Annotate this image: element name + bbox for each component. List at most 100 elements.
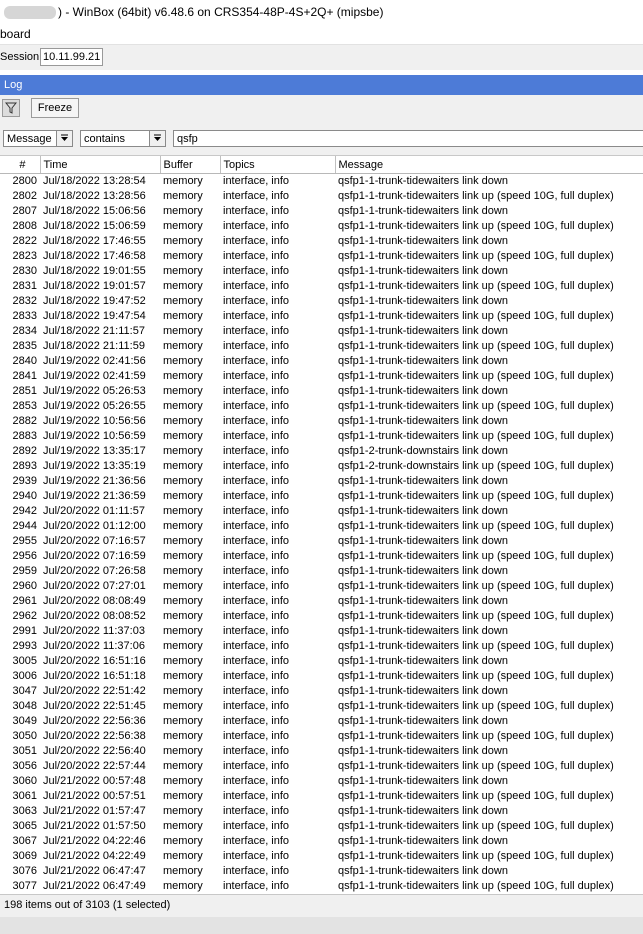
table-row[interactable]: 2832 Jul/18/2022 19:47:52 memory interface,… (0, 294, 643, 309)
cell-topics: interface, info (223, 295, 290, 307)
table-row[interactable]: 2834 Jul/18/2022 21:11:57 memory interface,… (0, 324, 643, 339)
cell-time: Jul/19/2022 10:56:56 (43, 415, 146, 427)
cell-buffer: memory (163, 610, 203, 622)
cell-buffer: memory (163, 670, 203, 682)
table-row[interactable]: 3067 Jul/21/2022 04:22:46 memory interface,… (0, 834, 643, 849)
table-row[interactable]: 3050 Jul/20/2022 22:56:38 memory interface,… (0, 729, 643, 744)
table-row[interactable]: 2800 Jul/18/2022 13:28:54 memory interface,… (0, 174, 643, 190)
table-row[interactable]: 2939 Jul/19/2022 21:36:56 memory interface,… (0, 474, 643, 489)
filter-operator-value: contains (84, 133, 125, 145)
table-row[interactable]: 2940 Jul/19/2022 21:36:59 memory interface,… (0, 489, 643, 504)
table-row[interactable]: 3056 Jul/20/2022 22:57:44 memory interface,… (0, 759, 643, 774)
table-row[interactable]: 2883 Jul/19/2022 10:56:59 memory interface,… (0, 429, 643, 444)
table-row[interactable]: 3061 Jul/21/2022 00:57:51 memory interface,… (0, 789, 643, 804)
cell-buffer: memory (163, 310, 203, 322)
table-row[interactable]: 2962 Jul/20/2022 08:08:52 memory interface,… (0, 609, 643, 624)
table-row[interactable]: 3077 Jul/21/2022 06:47:49 memory interface,… (0, 879, 643, 894)
column-header-time[interactable]: Time (40, 156, 161, 174)
cell-buffer: memory (163, 505, 203, 517)
column-header-message[interactable]: Message (335, 156, 643, 174)
table-row[interactable]: 2823 Jul/18/2022 17:46:58 memory interface,… (0, 249, 643, 264)
filter-value-input[interactable]: qsfp (173, 130, 643, 147)
cell-buffer: memory (163, 595, 203, 607)
filter-operator-select[interactable]: contains (80, 130, 166, 147)
cell-number: 3005 (12, 655, 37, 667)
table-row[interactable]: 2851 Jul/19/2022 05:26:53 memory interface,… (0, 384, 643, 399)
column-header-buffer[interactable]: Buffer (160, 156, 221, 174)
table-row[interactable]: 3049 Jul/20/2022 22:56:36 memory interface,… (0, 714, 643, 729)
table-row[interactable]: 2853 Jul/19/2022 05:26:55 memory interface,… (0, 399, 643, 414)
table-row[interactable]: 2993 Jul/20/2022 11:37:06 memory interface,… (0, 639, 643, 654)
table-row[interactable]: 2959 Jul/20/2022 07:26:58 memory interface,… (0, 564, 643, 579)
column-header-topics[interactable]: Topics (220, 156, 336, 174)
cell-time: Jul/21/2022 00:57:51 (43, 790, 146, 802)
table-header-row: # Time Buffer Topics Message (0, 156, 643, 174)
cell-number: 2800 (12, 175, 37, 187)
table-row[interactable]: 3060 Jul/21/2022 00:57:48 memory interface,… (0, 774, 643, 789)
cell-time: Jul/21/2022 01:57:50 (43, 820, 146, 832)
cell-time: Jul/20/2022 22:51:42 (43, 685, 146, 697)
table-row[interactable]: 2808 Jul/18/2022 15:06:59 memory interface,… (0, 219, 643, 234)
table-row[interactable]: 2991 Jul/20/2022 11:37:03 memory interface,… (0, 624, 643, 639)
table-row[interactable]: 2831 Jul/18/2022 19:01:57 memory interface,… (0, 279, 643, 294)
cell-buffer: memory (163, 445, 203, 457)
column-header-number[interactable]: # (0, 156, 41, 174)
table-row[interactable]: 2830 Jul/18/2022 19:01:55 memory interface,… (0, 264, 643, 279)
cell-message: qsfp1-1-trunk-tidewaiters link down (338, 805, 508, 817)
freeze-button[interactable]: Freeze (31, 98, 79, 118)
table-row[interactable]: 2893 Jul/19/2022 13:35:19 memory interface,… (0, 459, 643, 474)
table-row[interactable]: 3048 Jul/20/2022 22:51:45 memory interface,… (0, 699, 643, 714)
cell-number: 2834 (12, 325, 37, 337)
cell-time: Jul/19/2022 10:56:59 (43, 430, 146, 442)
table-row[interactable]: 3005 Jul/20/2022 16:51:16 memory interface,… (0, 654, 643, 669)
cell-topics: interface, info (223, 220, 290, 232)
table-row[interactable]: 2841 Jul/19/2022 02:41:59 memory interface,… (0, 369, 643, 384)
cell-number: 3056 (12, 760, 37, 772)
cell-number: 3006 (12, 670, 37, 682)
table-row[interactable]: 3063 Jul/21/2022 01:57:47 memory interface,… (0, 804, 643, 819)
cell-number: 2959 (12, 565, 37, 577)
table-row[interactable]: 2942 Jul/20/2022 01:11:57 memory interface,… (0, 504, 643, 519)
table-row[interactable]: 2802 Jul/18/2022 13:28:56 memory interface,… (0, 189, 643, 204)
menu-item-dashboard[interactable]: board (0, 27, 31, 41)
table-row[interactable]: 2955 Jul/20/2022 07:16:57 memory interface,… (0, 534, 643, 549)
table-row[interactable]: 2807 Jul/18/2022 15:06:56 memory interface,… (0, 204, 643, 219)
table-row[interactable]: 2882 Jul/19/2022 10:56:56 memory interface,… (0, 414, 643, 429)
cell-message: qsfp1-1-trunk-tidewaiters link down (338, 535, 508, 547)
cell-time: Jul/20/2022 16:51:16 (43, 655, 146, 667)
filter-toggle-button[interactable] (2, 99, 20, 117)
session-address-field[interactable]: 10.11.99.21 (40, 48, 104, 66)
cell-number: 3065 (12, 820, 37, 832)
table-row[interactable]: 2835 Jul/18/2022 21:11:59 memory interface,… (0, 339, 643, 354)
filter-bar: Message contains qsfp (0, 124, 643, 156)
table-row[interactable]: 2944 Jul/20/2022 01:12:00 memory interface,… (0, 519, 643, 534)
filter-field-select[interactable]: Message (3, 130, 73, 147)
cell-number: 3069 (12, 850, 37, 862)
log-toolbar: Freeze (0, 95, 643, 124)
dropdown-arrow-icon[interactable] (56, 131, 72, 146)
cell-time: Jul/18/2022 19:47:54 (43, 310, 146, 322)
log-window-header[interactable]: Log (0, 75, 643, 95)
cell-message: qsfp1-1-trunk-tidewaiters link up (speed… (338, 520, 614, 532)
dropdown-arrow-icon[interactable] (149, 131, 165, 146)
table-row[interactable]: 2822 Jul/18/2022 17:46:55 memory interface,… (0, 234, 643, 249)
table-row[interactable]: 3047 Jul/20/2022 22:51:42 memory interface,… (0, 684, 643, 699)
table-row[interactable]: 3065 Jul/21/2022 01:57:50 memory interface,… (0, 819, 643, 834)
cell-time: Jul/20/2022 01:12:00 (43, 520, 146, 532)
cell-number: 2892 (12, 445, 37, 457)
cell-topics: interface, info (223, 325, 290, 337)
table-row[interactable]: 2840 Jul/19/2022 02:41:56 memory interface,… (0, 354, 643, 369)
table-row[interactable]: 2892 Jul/19/2022 13:35:17 memory interface,… (0, 444, 643, 459)
table-row[interactable]: 2956 Jul/20/2022 07:16:59 memory interface,… (0, 549, 643, 564)
table-row[interactable]: 3069 Jul/21/2022 04:22:49 memory interface,… (0, 849, 643, 864)
cell-number: 2991 (12, 625, 37, 637)
table-row[interactable]: 3006 Jul/20/2022 16:51:18 memory interface,… (0, 669, 643, 684)
session-bar: Session: 10.11.99.21 (0, 45, 643, 71)
table-row[interactable]: 3076 Jul/21/2022 06:47:47 memory interface,… (0, 864, 643, 879)
table-row[interactable]: 2961 Jul/20/2022 08:08:49 memory interface,… (0, 594, 643, 609)
table-row[interactable]: 2960 Jul/20/2022 07:27:01 memory interface,… (0, 579, 643, 594)
cell-buffer: memory (163, 700, 203, 712)
table-row[interactable]: 2833 Jul/18/2022 19:47:54 memory interface,… (0, 309, 643, 324)
cell-topics: interface, info (223, 475, 290, 487)
table-row[interactable]: 3051 Jul/20/2022 22:56:40 memory interface,… (0, 744, 643, 759)
